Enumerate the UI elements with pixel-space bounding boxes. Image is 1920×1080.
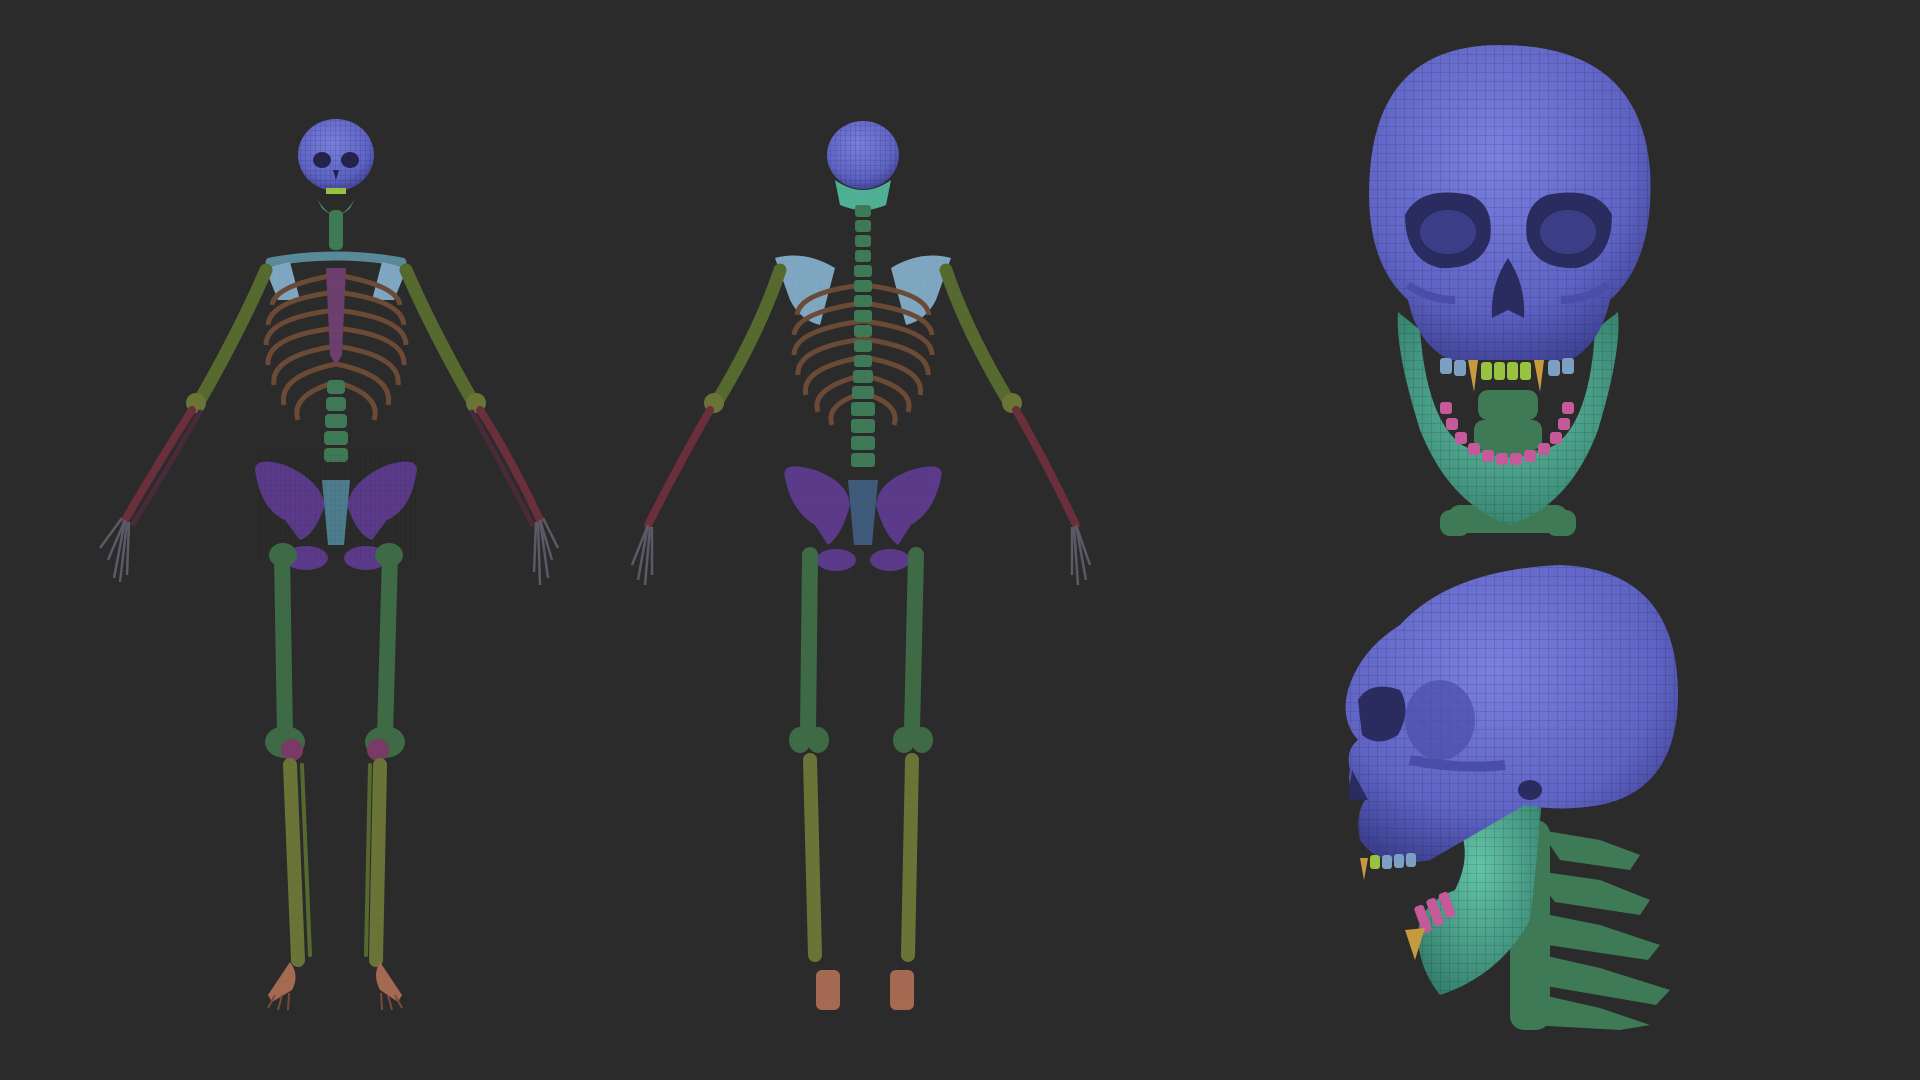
render-canvas — [0, 0, 1920, 1080]
